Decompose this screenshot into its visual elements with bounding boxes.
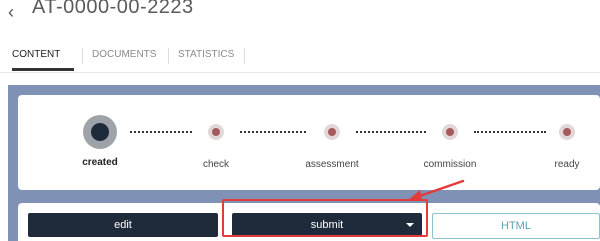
tab-statistics[interactable]: STATISTICS [178,40,234,72]
tab-separator [168,48,169,64]
step-connector [240,131,306,133]
tab-separator [244,48,245,64]
workflow-progress: created check assessment commission read… [18,95,600,190]
active-tab-underline [12,68,74,71]
step-created-marker [83,115,117,149]
page-header: ‹ AT-0000-00-2223 [0,0,600,30]
step-label-ready: ready [554,159,580,170]
step-check-marker [208,124,224,140]
edit-button[interactable]: edit [28,213,218,237]
back-arrow-icon[interactable]: ‹ [8,2,22,22]
step-connector [356,131,426,133]
step-label-assessment: assessment [305,159,359,170]
tab-documents[interactable]: DOCUMENTS [92,40,156,72]
tab-separator [82,48,83,64]
step-assessment-marker [324,124,340,140]
html-button[interactable]: HTML [432,213,600,239]
step-ready-marker [559,124,575,140]
step-connector [474,131,546,133]
step-label-check: check [202,159,230,170]
step-label-commission: commission [423,159,477,170]
annotation-arrow-icon [408,179,465,200]
step-label-created: created [82,157,118,168]
step-connector [130,131,192,133]
submit-highlight-box [222,199,428,237]
tab-bar: CONTENT DOCUMENTS STATISTICS [0,40,600,73]
step-commission-marker [442,124,458,140]
record-id-title: AT-0000-00-2223 [32,0,194,18]
